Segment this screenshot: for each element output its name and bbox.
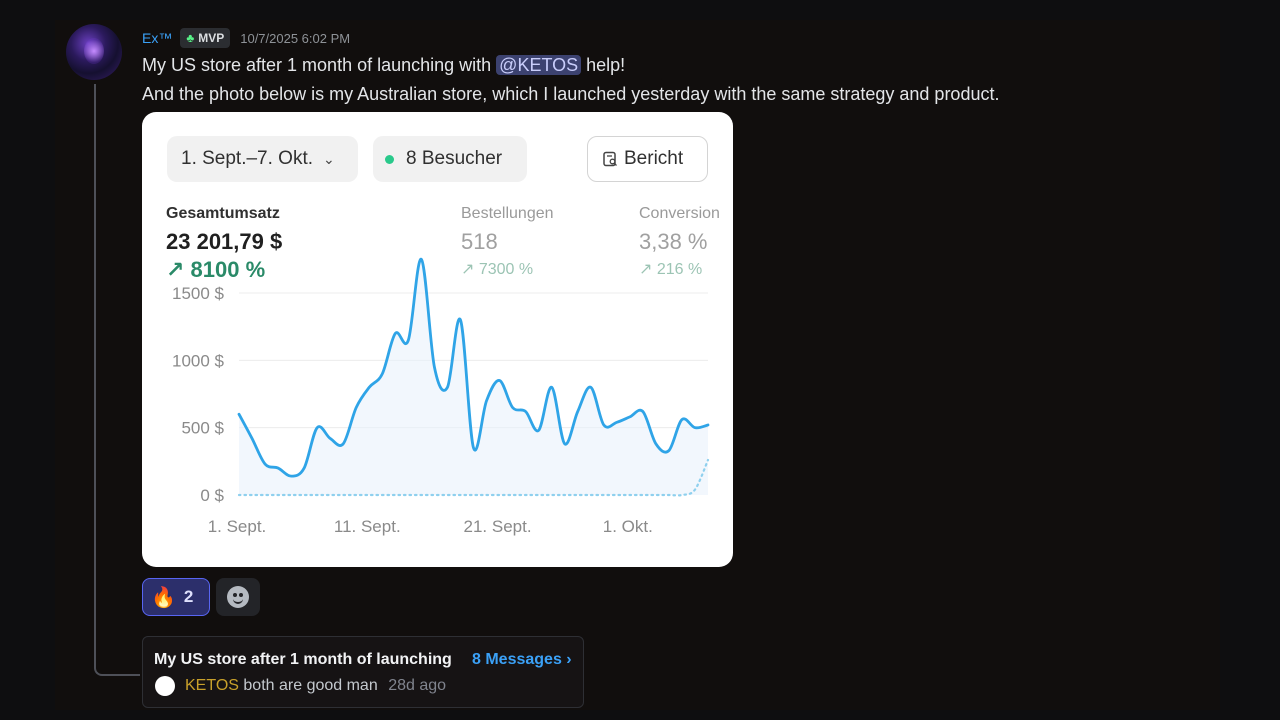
reaction-count: 2 [183,587,194,606]
user-mention[interactable]: @KETOS [496,55,582,75]
leaf-icon: ♣ [186,31,195,45]
reactions-bar: 🔥 2 [142,578,260,616]
add-reaction-button[interactable] [216,578,260,616]
thread-preview[interactable]: My US store after 1 month of launching 8… [142,636,584,708]
x-tick-label: 21. Sept. [464,517,532,536]
message-header: Ex™ ♣ MVP 10/7/2025 6:02 PM [142,28,350,48]
message-text-start: My US store after 1 month of launching w… [142,55,497,75]
avatar[interactable] [66,24,122,80]
thread-last-reply: KETOS both are good man 28d ago [185,677,446,695]
message-text-end: help! [581,55,626,75]
fire-reaction-button[interactable]: 🔥 2 [142,578,210,616]
message-timestamp: 10/7/2025 6:02 PM [240,30,351,46]
badge-label: MVP [198,31,225,45]
y-tick-label: 0 $ [200,486,224,505]
username[interactable]: Ex™ [142,30,172,46]
y-tick-label: 500 $ [181,419,224,438]
x-tick-label: 11. Sept. [334,517,401,536]
reply-text: both are good man [243,677,378,694]
add-reaction-icon [227,586,249,608]
role-badge[interactable]: ♣ MVP [180,28,231,48]
reply-avatar [155,676,175,696]
y-tick-label: 1000 $ [172,351,225,370]
message-text-line1: My US store after 1 month of launching w… [142,55,625,76]
sales-line-chart: 1500 $ 1000 $ 500 $ 0 $ 1. Sept. 11. Sept. 21.… [172,257,710,536]
y-tick-label: 1500 $ [172,284,225,303]
thread-message-count[interactable]: 8 Messages › [472,651,572,669]
area-fill [239,259,708,495]
reply-username: KETOS [185,677,239,694]
x-tick-label: 1. Sept. [208,517,267,536]
attachment-image[interactable]: 1. Sept.–7. Okt. ⌄ 8 Besucher Bericht Ge… [142,112,733,567]
x-tick-label: 1. Okt. [603,517,653,536]
message-text-line2: And the photo below is my Australian sto… [142,84,1000,104]
thread-title[interactable]: My US store after 1 month of launching [154,651,452,669]
fire-emoji-icon: 🔥 [151,586,176,609]
thread-connector [94,84,140,676]
reply-timestamp: 28d ago [388,677,447,694]
